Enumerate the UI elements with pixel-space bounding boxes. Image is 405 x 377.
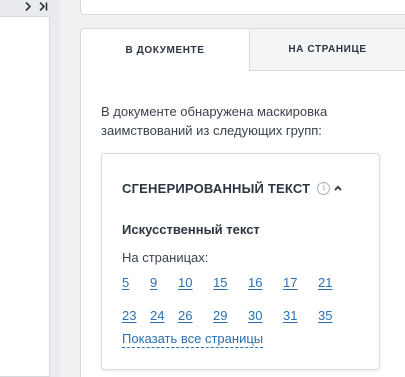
report-panel: В ДОКУМЕНТЕ НА СТРАНИЦЕ В документе обна… xyxy=(80,28,405,377)
masking-group-card: СГЕНЕРИРОВАННЫЙ ТЕКСТ i Искусственный те… xyxy=(101,153,380,370)
last-page-button[interactable] xyxy=(38,0,48,12)
page-link[interactable]: 10 xyxy=(178,275,192,290)
collapse-button[interactable] xyxy=(332,182,344,194)
chevron-right-icon xyxy=(25,1,31,11)
page-link[interactable]: 30 xyxy=(248,308,262,323)
report-tabs: В ДОКУМЕНТЕ НА СТРАНИЦЕ xyxy=(81,29,405,71)
page-link[interactable]: 9 xyxy=(150,275,157,290)
page-links: 5 9 10 15 16 17 21 23 24 26 29 30 31 35 xyxy=(122,275,362,325)
tab-on-page[interactable]: НА СТРАНИЦЕ xyxy=(250,29,405,71)
group-header: СГЕНЕРИРОВАННЫЙ ТЕКСТ i xyxy=(122,178,362,198)
info-icon[interactable]: i xyxy=(317,181,331,195)
document-page xyxy=(0,16,50,377)
intro-text: В документе обнаружена маскировка заимст… xyxy=(101,104,328,138)
page-link[interactable]: 24 xyxy=(150,308,164,323)
category-title: Искусственный текст xyxy=(122,222,260,237)
next-page-button[interactable] xyxy=(23,0,33,12)
page-link[interactable]: 5 xyxy=(122,275,129,290)
show-all-pages-link[interactable]: Показать все страницы xyxy=(122,331,264,348)
document-viewer xyxy=(0,0,60,377)
page-link[interactable]: 15 xyxy=(213,275,227,290)
chevron-up-icon xyxy=(334,185,342,191)
page-link[interactable]: 26 xyxy=(178,308,192,323)
page-link[interactable]: 17 xyxy=(283,275,297,290)
page-nav-toolbar xyxy=(0,0,60,13)
page-link[interactable]: 16 xyxy=(248,275,262,290)
group-title: СГЕНЕРИРОВАННЫЙ ТЕКСТ xyxy=(122,180,311,196)
tab-in-document[interactable]: В ДОКУМЕНТЕ xyxy=(81,29,250,71)
chevron-last-icon xyxy=(38,1,47,11)
page-link[interactable]: 31 xyxy=(283,308,297,323)
summary-card xyxy=(80,0,405,15)
page-link[interactable]: 23 xyxy=(122,308,136,323)
pages-label: На страницах: xyxy=(122,250,209,265)
page-link[interactable]: 35 xyxy=(318,308,332,323)
page-link[interactable]: 21 xyxy=(318,275,332,290)
page-link[interactable]: 29 xyxy=(213,308,227,323)
